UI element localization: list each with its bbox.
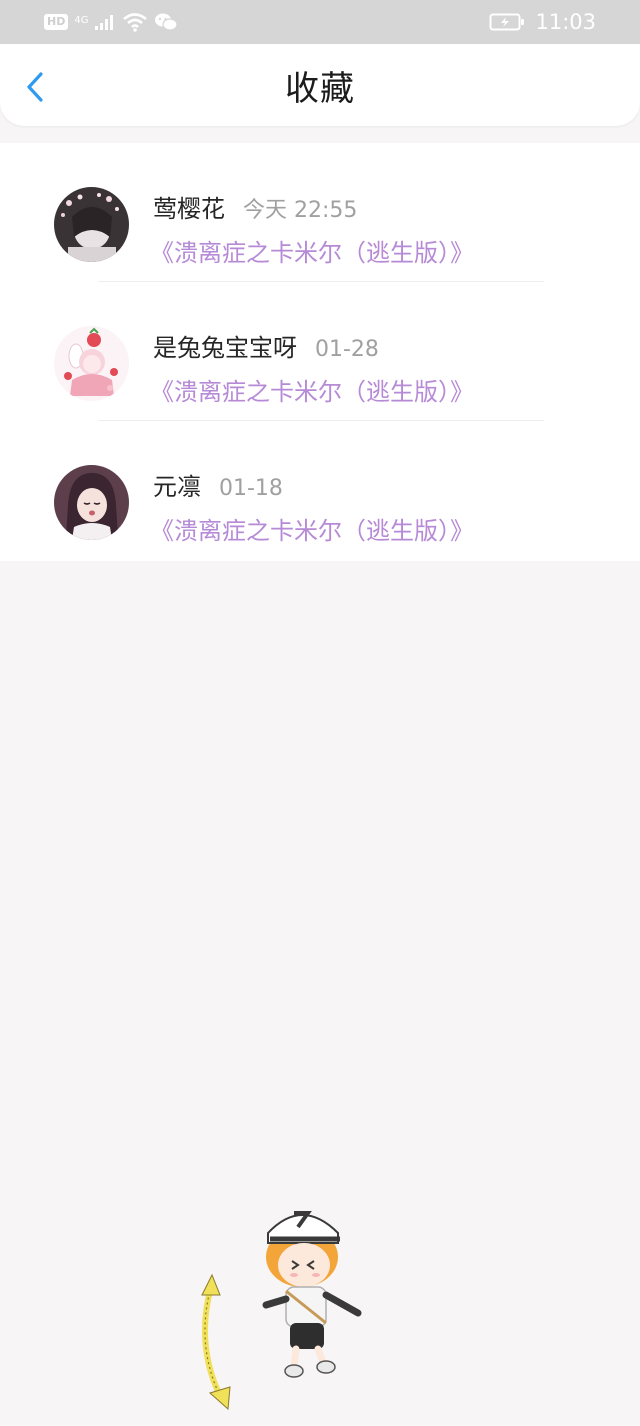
signal-icon <box>95 15 114 30</box>
back-button[interactable] <box>20 70 50 104</box>
battery-charging-icon <box>489 13 525 31</box>
name-line: 元凛 01-18 <box>153 467 283 502</box>
list-item[interactable]: 莺樱花 今天 22:55 《溃离症之卡米尔（逃生版）》 <box>0 143 640 282</box>
list-item[interactable]: 元凛 01-18 《溃离症之卡米尔（逃生版）》 <box>0 421 640 560</box>
post-time: 01-28 <box>315 337 379 362</box>
favorites-list: 莺樱花 今天 22:55 《溃离症之卡米尔（逃生版）》 是兔兔宝宝呀 01-28 <box>0 143 640 561</box>
status-time: 11:03 <box>535 10 596 34</box>
post-time: 01-18 <box>219 476 283 501</box>
hd-icon: HD <box>44 14 69 30</box>
status-right: 11:03 <box>489 10 596 34</box>
avatar[interactable] <box>54 187 129 262</box>
wifi-icon <box>123 13 148 32</box>
arrow-icon <box>201 1280 225 1403</box>
wechat-icon <box>155 13 179 31</box>
post-time: 今天 22:55 <box>243 198 358 223</box>
header: 收藏 <box>0 44 640 126</box>
name-line: 是兔兔宝宝呀 01-28 <box>153 328 379 363</box>
favorite-title-link[interactable]: 《溃离症之卡米尔（逃生版）》 <box>150 372 474 407</box>
user-name[interactable]: 莺樱花 <box>153 189 225 224</box>
status-left: HD 4G <box>44 12 179 32</box>
user-name[interactable]: 是兔兔宝宝呀 <box>153 328 297 363</box>
user-name[interactable]: 元凛 <box>153 467 201 502</box>
mascot-illustration <box>190 1195 380 1422</box>
status-bar: HD 4G 11:03 <box>0 0 640 44</box>
name-line: 莺樱花 今天 22:55 <box>153 189 357 224</box>
avatar[interactable] <box>54 465 129 540</box>
avatar[interactable] <box>54 326 129 401</box>
chevron-left-icon <box>27 72 43 102</box>
favorite-title-link[interactable]: 《溃离症之卡米尔（逃生版）》 <box>150 233 474 268</box>
page-title: 收藏 <box>285 68 355 109</box>
list-item[interactable]: 是兔兔宝宝呀 01-28 《溃离症之卡米尔（逃生版）》 <box>0 282 640 421</box>
favorite-title-link[interactable]: 《溃离症之卡米尔（逃生版）》 <box>150 511 474 546</box>
network-type-label: 4G <box>74 15 89 26</box>
